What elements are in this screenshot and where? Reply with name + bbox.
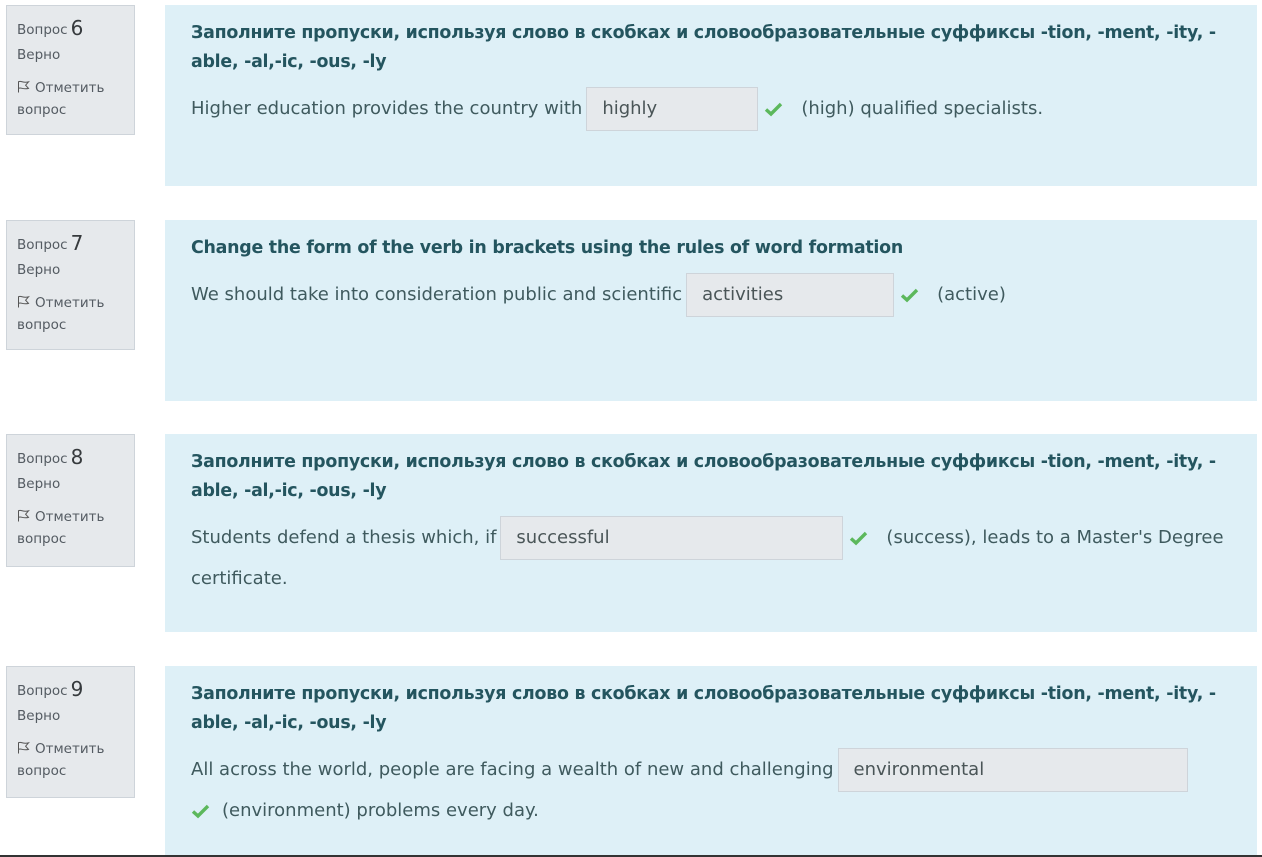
question-prompt: Заполните пропуски, используя слово в ск… — [191, 23, 1216, 72]
flag-question-label: Отметить вопрос — [17, 509, 105, 547]
correct-check-icon — [900, 287, 919, 303]
question-number-value: 6 — [70, 16, 84, 40]
flag-icon — [18, 295, 30, 308]
flag-question-button[interactable]: Отметить вопрос — [17, 738, 124, 782]
question-state: Верно — [17, 476, 61, 492]
flag-question-label: Отметить вопрос — [17, 80, 105, 118]
sentence-before: We should take into consideration public… — [191, 284, 683, 305]
question-content: Change the form of the verb in brackets … — [165, 220, 1257, 401]
question-number-value: 9 — [70, 677, 84, 701]
sentence-after: (high) qualified specialists. — [801, 98, 1044, 119]
question-info: Вопрос 8 Верно Отметить вопрос — [6, 434, 135, 567]
question-content: Заполните пропуски, используя слово в ск… — [165, 666, 1257, 857]
question-number: Вопрос 8 — [17, 445, 84, 469]
question-state: Верно — [17, 47, 61, 63]
answer-input[interactable]: successful — [500, 516, 844, 560]
answer-input[interactable]: activities — [686, 273, 895, 317]
answer-input[interactable]: environmental — [837, 748, 1188, 792]
question-prompt: Заполните пропуски, используя слово в ск… — [191, 452, 1216, 501]
question-sentence: Students defend a thesis which, if succes… — [191, 516, 1231, 597]
question-number: Вопрос 7 — [17, 231, 84, 255]
question-prompt: Заполните пропуски, используя слово в ск… — [191, 684, 1216, 733]
question-info: Вопрос 7 Верно Отметить вопрос — [6, 220, 135, 350]
question-number: Вопрос 6 — [17, 16, 84, 40]
flag-question-label: Отметить вопрос — [17, 295, 105, 333]
question-state: Верно — [17, 708, 61, 724]
question-sentence: All across the world, people are facing … — [191, 748, 1231, 829]
question-content: Заполните пропуски, используя слово в ск… — [165, 434, 1257, 632]
flag-question-button[interactable]: Отметить вопрос — [17, 77, 124, 121]
question-sentence: Higher education provides the country wi… — [191, 87, 1231, 131]
flag-question-button[interactable]: Отметить вопрос — [17, 292, 124, 336]
question-content: Заполните пропуски, используя слово в ск… — [165, 5, 1257, 186]
question-info: Вопрос 6 Верно Отметить вопрос — [6, 5, 135, 135]
sentence-before: All across the world, people are facing … — [191, 759, 834, 780]
flag-question-button[interactable]: Отметить вопрос — [17, 506, 124, 550]
flag-question-label: Отметить вопрос — [17, 741, 105, 779]
sentence-after: (environment) problems every day. — [222, 800, 539, 821]
question-prompt: Change the form of the verb in brackets … — [191, 238, 903, 258]
question-number-value: 8 — [70, 445, 84, 469]
flag-icon — [18, 80, 30, 93]
correct-check-icon — [764, 101, 783, 117]
question-sentence: We should take into consideration public… — [191, 273, 1231, 317]
flag-icon — [18, 741, 30, 754]
answer-input[interactable]: highly — [586, 87, 759, 131]
question-info: Вопрос 9 Верно Отметить вопрос — [6, 666, 135, 798]
sentence-before: Higher education provides the country wi… — [191, 98, 583, 119]
question-state: Верно — [17, 262, 61, 278]
correct-check-icon — [191, 803, 210, 819]
correct-check-icon — [849, 530, 868, 546]
sentence-after: (active) — [937, 284, 1006, 305]
sentence-before: Students defend a thesis which, if — [191, 527, 497, 548]
flag-icon — [18, 509, 30, 522]
question-number-value: 7 — [70, 231, 84, 255]
question-number: Вопрос 9 — [17, 677, 84, 701]
